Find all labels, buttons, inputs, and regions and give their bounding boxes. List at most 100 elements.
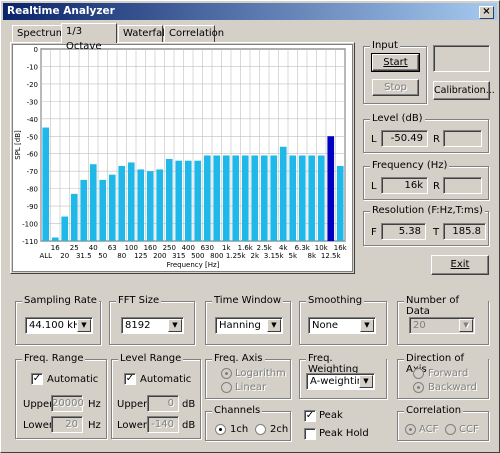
peak-checkbox[interactable]: ✓ <box>304 410 316 422</box>
bar-250 <box>156 169 164 241</box>
number-of-data-value: 20 <box>413 320 426 331</box>
exit-button[interactable]: Exit <box>431 255 489 275</box>
fft-size-value: 8192 <box>125 320 151 331</box>
level-lower-unit: dB <box>182 420 196 431</box>
freq-lower-unit: Hz <box>88 420 101 431</box>
fft-size-label: FFT Size <box>116 295 162 306</box>
bar-125 <box>127 162 135 241</box>
resolution-t-value: 185.8 <box>443 223 486 240</box>
freq-range-auto-checkbox[interactable]: ✓ <box>31 373 43 385</box>
time-window-select[interactable]: Hanning ▼ <box>215 317 283 334</box>
title-bar: Realtime Analyzer × <box>3 3 497 20</box>
chevron-down-icon[interactable]: ▼ <box>168 319 182 332</box>
freq-axis-linear-radio[interactable] <box>221 382 232 393</box>
chevron-down-icon[interactable]: ▼ <box>267 319 281 332</box>
freq-axis-log-radio[interactable] <box>221 368 232 379</box>
tab-correlation[interactable]: Correlation <box>164 25 224 42</box>
freq-upper-input[interactable]: 20000 <box>51 395 84 412</box>
y-axis-title: SPL [dB] <box>14 130 22 160</box>
status-display <box>433 45 490 72</box>
correlation-acf-radio[interactable] <box>405 424 416 435</box>
freq-range-auto-label: Automatic <box>47 374 99 385</box>
level-range-auto-label: Automatic <box>140 374 192 385</box>
smoothing-value: None <box>312 320 339 331</box>
bar-5k <box>279 146 287 241</box>
smoothing-label: Smoothing <box>306 295 365 306</box>
y-tick-label: -100 <box>22 221 38 229</box>
correlation-ccf-radio[interactable] <box>445 424 456 435</box>
direction-forward-radio[interactable] <box>413 368 424 379</box>
tab-spectrum[interactable]: Spectrum <box>12 25 65 42</box>
y-tick-label: -50 <box>27 133 38 141</box>
chevron-down-icon[interactable]: ▼ <box>359 375 373 388</box>
chevron-down-icon[interactable]: ▼ <box>459 319 473 332</box>
freq-axis-label: Freq. Axis <box>212 353 265 364</box>
close-button[interactable]: × <box>479 6 494 19</box>
sampling-rate-label: Sampling Rate <box>22 295 99 306</box>
channel-1ch-radio[interactable] <box>215 424 226 435</box>
sampling-rate-select[interactable]: 44.100 kHz ▼ <box>25 317 93 334</box>
x-tick-label-top: 630 <box>201 244 214 252</box>
level-upper-input[interactable]: 0 <box>147 395 179 412</box>
channel-2ch-radio[interactable] <box>255 424 266 435</box>
calibration-button[interactable]: Calibration... <box>433 81 495 100</box>
x-tick-label-bottom: 500 <box>191 252 204 260</box>
resolution-t-label: T <box>433 227 440 238</box>
chart-area: 0 -10 -20 -30 -40 -50 -60 -70 -80 -90 -100 -110 ALL 1… <box>12 44 353 272</box>
correlation-label: Correlation <box>404 405 464 416</box>
level-range-auto-checkbox[interactable]: ✓ <box>124 373 136 385</box>
bar-160 <box>137 169 145 241</box>
y-tick-label: -40 <box>27 116 38 124</box>
bar-6.3k <box>289 155 297 241</box>
start-button[interactable]: Start <box>371 53 420 72</box>
x-tick-label-top: 16 <box>51 244 60 252</box>
correlation-acf-label: ACF <box>419 424 439 435</box>
x-tick-label-top: 1.6k <box>238 244 254 252</box>
y-tick-label: 0 <box>34 46 38 54</box>
direction-forward-label: Forward <box>428 368 469 379</box>
y-tick-label: -60 <box>27 151 38 159</box>
fft-size-select[interactable]: 8192 ▼ <box>121 317 184 334</box>
x-tick-label-top: 40 <box>89 244 98 252</box>
chevron-down-icon[interactable]: ▼ <box>77 319 91 332</box>
level-range-label: Level Range <box>118 353 184 364</box>
window: Realtime Analyzer × Spectrum 1/3 Octave … <box>0 0 500 453</box>
x-tick-label-bottom: 315 <box>172 252 185 260</box>
peak-hold-checkbox[interactable] <box>304 428 316 440</box>
level-lower-input[interactable]: -140 <box>147 416 179 433</box>
x-tick-label-bottom: 20 <box>60 252 69 260</box>
input-group-label: Input <box>370 40 400 51</box>
x-tick-label-bottom: 12.5k <box>321 252 342 260</box>
tab-waterfall[interactable]: Waterfall <box>118 25 168 42</box>
number-of-data-select[interactable]: 20 ▼ <box>409 317 475 334</box>
bar-ALL <box>42 127 50 241</box>
smoothing-select[interactable]: None ▼ <box>308 317 376 334</box>
resolution-f-label: F <box>371 227 377 238</box>
freq-axis-group: Freq. Axis <box>205 353 291 399</box>
tab-third-octave[interactable]: 1/3 Octave <box>61 23 117 52</box>
x-tick-label-top: 400 <box>182 244 195 252</box>
time-window-label: Time Window <box>212 295 284 306</box>
x-tick-label-bottom: 3.15k <box>264 252 285 260</box>
chevron-down-icon[interactable]: ▼ <box>360 319 374 332</box>
correlation-ccf-label: CCF <box>459 424 479 435</box>
bar-100 <box>118 165 126 241</box>
freq-weighting-label: Freq. Weighting <box>306 353 386 375</box>
channel-2ch-label: 2ch <box>270 424 289 435</box>
bar-2k <box>241 155 249 241</box>
freq-lower-input[interactable]: 20 <box>51 416 83 433</box>
bar-1.25k <box>222 155 230 241</box>
bar-2.5k <box>251 155 259 241</box>
level-r-label: R <box>433 134 440 145</box>
direction-backward-radio[interactable] <box>413 382 424 393</box>
bar-8k <box>298 155 306 241</box>
x-tick-label-bottom: 1.25k <box>226 252 247 260</box>
bar-40 <box>80 179 88 241</box>
freq-weighting-select[interactable]: A-weighting ▼ <box>306 373 375 390</box>
x-tick-label-bottom: 80 <box>117 252 126 260</box>
x-tick-label-top: 25 <box>70 244 79 252</box>
stop-button[interactable]: Stop <box>372 79 419 96</box>
y-tick-label: -70 <box>27 168 38 176</box>
y-tick-label: -10 <box>27 63 38 71</box>
x-tick-label-bottom: 800 <box>210 252 223 260</box>
